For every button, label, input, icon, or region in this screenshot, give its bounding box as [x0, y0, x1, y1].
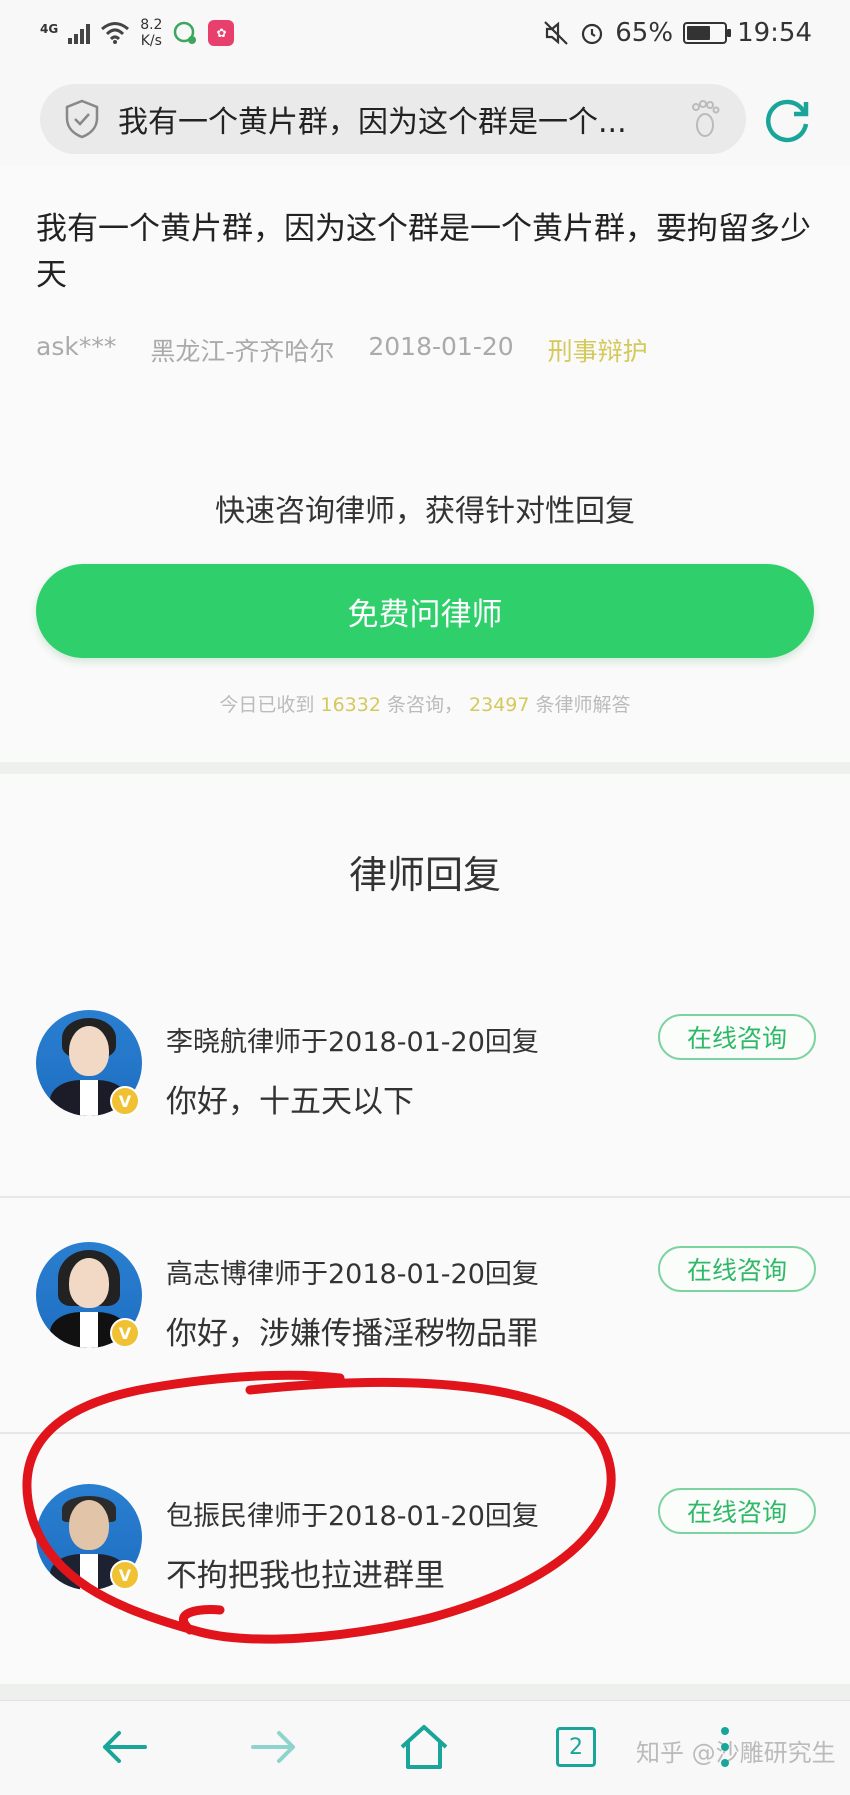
answer-count: 23497 — [469, 694, 530, 716]
question-user: ask*** — [36, 332, 117, 361]
question-date: 2018-01-20 — [368, 332, 514, 361]
more-vertical-icon — [721, 1727, 729, 1767]
question-category-tag[interactable]: 刑事辩护 — [548, 332, 648, 368]
clock: 19:54 — [737, 18, 812, 48]
reply-text: 你好，十五天以下 — [166, 1084, 414, 1120]
reply-item: V 包振民律师于2018-01-20回复 不拘把我也拉进群里 在线咨询 — [0, 1484, 850, 1724]
reply-header: 高志博律师于2018-01-20回复 — [166, 1259, 539, 1290]
question-card: 我有一个黄片群，因为这个群是一个黄片群，要拘留多少天 ask*** 黑龙江-齐齐… — [0, 166, 850, 420]
speed-value: 8.2 — [140, 17, 163, 33]
network-type: 4G — [40, 22, 59, 36]
online-consult-button[interactable]: 在线咨询 — [658, 1246, 816, 1292]
cta-note-suffix: 条律师解答 — [535, 694, 631, 716]
home-button[interactable] — [392, 1715, 456, 1779]
online-consult-label: 在线咨询 — [686, 1024, 787, 1053]
shield-icon — [65, 99, 99, 139]
free-consult-button[interactable]: 免费问律师 — [36, 564, 814, 658]
arrow-left-icon — [103, 1731, 147, 1763]
consult-count: 16332 — [320, 694, 381, 716]
speed-unit: K/s — [140, 33, 162, 49]
refresh-icon[interactable] — [760, 94, 814, 148]
divider — [0, 1196, 850, 1198]
mute-icon — [544, 21, 569, 45]
search-input[interactable]: 我有一个黄片群，因为这个群是一个... — [40, 84, 746, 154]
verified-badge-icon: V — [110, 1318, 140, 1348]
status-right: 65% 19:54 — [543, 18, 812, 48]
battery-percent: 65% — [615, 18, 674, 48]
reply-header: 李晓航律师于2018-01-20回复 — [166, 1027, 539, 1058]
question-location: 黑龙江-齐齐哈尔 — [150, 337, 335, 366]
arrow-right-icon — [251, 1731, 295, 1763]
status-bar: 4G 8.2 K/s ✿ 65% 19:54 — [0, 0, 850, 66]
bottom-nav: 2 知乎 @沙雕研究生 — [0, 1700, 850, 1795]
verified-badge-icon: V — [110, 1560, 140, 1590]
forward-button[interactable] — [242, 1715, 306, 1779]
battery-icon — [683, 22, 732, 44]
reply-header: 包振民律师于2018-01-20回复 — [166, 1501, 539, 1532]
status-left: 4G 8.2 K/s ✿ — [40, 17, 235, 49]
divider — [0, 1432, 850, 1434]
network-speed: 8.2 K/s — [140, 17, 162, 49]
tabs-button[interactable]: 2 — [544, 1715, 608, 1779]
address-bar-area: 我有一个黄片群，因为这个群是一个... — [0, 66, 850, 166]
huawei-app-icon: ✿ — [208, 20, 235, 46]
free-consult-button-label: 免费问律师 — [347, 596, 503, 633]
search-query: 我有一个黄片群，因为这个群是一个... — [118, 105, 627, 140]
cta-note-prefix: 今日已收到 — [219, 694, 315, 716]
consult-cta-card: 快速咨询律师，获得针对性回复 免费问律师 今日已收到 16332 条咨询， 23… — [0, 412, 850, 762]
reply-text: 你好，涉嫌传播淫秽物品罪 — [166, 1316, 538, 1352]
reply-item: V 李晓航律师于2018-01-20回复 你好，十五天以下 在线咨询 — [0, 1010, 850, 1250]
footprint-icon[interactable] — [688, 99, 722, 139]
signal-icon — [68, 22, 91, 44]
reply-text: 不拘把我也拉进群里 — [166, 1558, 445, 1594]
home-icon — [400, 1725, 448, 1769]
alarm-icon — [582, 23, 603, 45]
question-meta: ask*** 黑龙江-齐齐哈尔 2018-01-20 刑事辩护 — [36, 332, 648, 368]
online-consult-button[interactable]: 在线咨询 — [658, 1488, 816, 1534]
cta-title: 快速咨询律师，获得针对性回复 — [215, 494, 635, 529]
message-icon — [174, 21, 197, 44]
verified-badge-icon: V — [110, 1086, 140, 1116]
cta-stats-note: 今日已收到 16332 条咨询， 23497 条律师解答 — [0, 690, 850, 717]
online-consult-label: 在线咨询 — [686, 1498, 787, 1527]
wifi-icon — [101, 22, 130, 44]
back-button[interactable] — [92, 1715, 156, 1779]
cta-note-mid: 条咨询， — [386, 694, 463, 716]
question-title: 我有一个黄片群，因为这个群是一个黄片群，要拘留多少天 — [36, 211, 811, 293]
tab-count: 2 — [556, 1727, 596, 1767]
online-consult-label: 在线咨询 — [686, 1256, 787, 1285]
section-title: 律师回复 — [348, 853, 501, 897]
online-consult-button[interactable]: 在线咨询 — [658, 1014, 816, 1060]
reply-item: V 高志博律师于2018-01-20回复 你好，涉嫌传播淫秽物品罪 在线咨询 — [0, 1242, 850, 1482]
lawyer-replies-card: 律师回复 V 李晓航律师于2018-01-20回复 你好，十五天以下 在线咨询 … — [0, 774, 850, 1684]
menu-button[interactable] — [700, 1715, 750, 1779]
